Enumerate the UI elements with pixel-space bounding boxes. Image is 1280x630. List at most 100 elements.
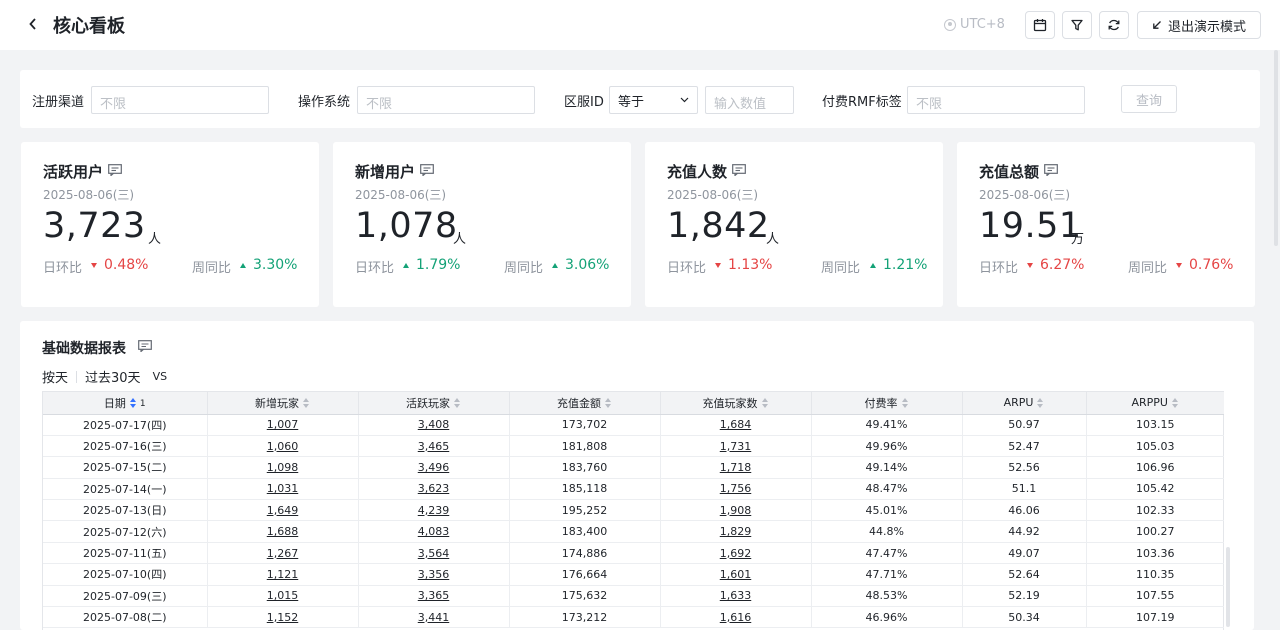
column-header-arppu[interactable]: ARPPU — [1086, 392, 1224, 415]
cell-link[interactable]: 1,688 — [267, 525, 299, 538]
table-cell: 1,601 — [660, 563, 812, 586]
table-cell: 3,441 — [358, 606, 510, 629]
timezone-indicator: UTC+8 — [944, 17, 1005, 32]
cell-link[interactable]: 3,365 — [418, 589, 450, 602]
channel-select[interactable]: 不限 — [91, 86, 269, 114]
table-cell: 175,632 — [509, 585, 661, 608]
comment-icon[interactable] — [108, 164, 122, 176]
comment-icon[interactable] — [420, 164, 434, 176]
table-cell: 1,756 — [660, 478, 812, 501]
column-header-paying-players[interactable]: 充值玩家数 — [660, 392, 812, 415]
rmf-tag-select[interactable]: 不限 — [907, 86, 1085, 114]
table-cell: 4,083 — [358, 520, 510, 543]
server-operator-select[interactable]: 等于 — [609, 86, 698, 114]
basic-data-report: 基础数据报表 按天 过去30天 VS 日期 1 新增玩家 活跃玩家 充值金额 充值… — [20, 321, 1254, 630]
table-row: 2025-07-14(一) 1,031 3,623 185,118 1,756 48.47… — [43, 478, 1224, 501]
cell-link[interactable]: 3,408 — [418, 418, 450, 431]
sort-icon[interactable] — [1037, 397, 1044, 409]
cell-link[interactable]: 3,465 — [418, 440, 450, 453]
up-triangle-icon — [870, 262, 876, 268]
query-button[interactable]: 查询 — [1121, 85, 1177, 113]
cell-link[interactable]: 3,441 — [418, 611, 450, 624]
cell-link[interactable]: 1,152 — [267, 611, 299, 624]
cell-link[interactable]: 3,564 — [418, 547, 450, 560]
table-cell: 3,356 — [358, 563, 510, 586]
table-cell: 50.97 — [962, 414, 1087, 436]
cell-link[interactable]: 3,496 — [418, 461, 450, 474]
calendar-button[interactable] — [1025, 11, 1055, 39]
cell-link[interactable]: 1,015 — [267, 589, 299, 602]
table-cell: 107.19 — [1086, 606, 1224, 629]
cell-link[interactable]: 1,633 — [720, 589, 752, 602]
compare-toggle[interactable]: VS — [153, 370, 168, 383]
sort-icon[interactable] — [1172, 397, 1179, 409]
cell-link[interactable]: 1,692 — [720, 547, 752, 560]
cell-link[interactable]: 1,649 — [267, 504, 299, 517]
table-scrollbar[interactable] — [1226, 547, 1230, 627]
cell-link[interactable]: 1,718 — [720, 461, 752, 474]
table-cell: 3,408 — [358, 414, 510, 436]
sort-icon[interactable] — [761, 398, 769, 409]
page-scrollbar[interactable] — [1274, 50, 1278, 246]
table-cell: 100.27 — [1086, 520, 1224, 543]
filter-button[interactable] — [1062, 11, 1092, 39]
cell-link[interactable]: 3,623 — [418, 482, 450, 495]
refresh-icon — [1108, 19, 1120, 31]
cell-link[interactable]: 1,007 — [267, 418, 299, 431]
day-over-day-label: 日环比 — [979, 261, 1019, 276]
date-range-selector[interactable]: 过去30天 — [85, 367, 141, 386]
table-cell: 185,118 — [509, 478, 661, 501]
table-cell: 3,564 — [358, 542, 510, 565]
cell-link[interactable]: 4,083 — [418, 525, 450, 538]
sort-icon[interactable] — [303, 398, 310, 409]
cell-link[interactable]: 1,731 — [720, 440, 752, 453]
refresh-button[interactable] — [1099, 11, 1129, 39]
card-date: 2025-08-06(三) — [979, 188, 1071, 202]
card-value: 1,842 — [667, 206, 770, 246]
column-header-pay-rate[interactable]: 付费率 — [811, 392, 963, 415]
cell-link[interactable]: 1,601 — [720, 568, 752, 581]
comment-icon[interactable] — [138, 340, 152, 352]
card-unit: 人 — [766, 232, 780, 247]
cell-link[interactable]: 4,239 — [418, 504, 450, 517]
cell-link[interactable]: 1,098 — [267, 461, 299, 474]
cell-link[interactable]: 1,616 — [720, 611, 752, 624]
column-header-arpu[interactable]: ARPU — [962, 392, 1087, 415]
os-select[interactable]: 不限 — [357, 86, 535, 114]
cell-link[interactable]: 3,356 — [418, 568, 450, 581]
exit-demo-mode-button[interactable]: 退出演示模式 — [1137, 11, 1261, 39]
cell-link[interactable]: 1,267 — [267, 547, 299, 560]
week-over-week-value: 1.21% — [870, 257, 927, 273]
cell-link[interactable]: 1,060 — [267, 440, 299, 453]
card-unit: 万 — [1071, 232, 1085, 247]
column-header-new-players[interactable]: 新增玩家 — [207, 392, 359, 415]
column-header-recharge-amount[interactable]: 充值金额 — [509, 392, 661, 415]
comment-icon[interactable] — [732, 164, 746, 176]
cell-link[interactable]: 1,121 — [267, 568, 299, 581]
table-cell: 195,252 — [509, 499, 661, 522]
card-date: 2025-08-06(三) — [43, 188, 135, 202]
back-icon[interactable] — [28, 14, 44, 34]
card-date: 2025-08-06(三) — [355, 188, 447, 202]
sort-icon[interactable] — [901, 398, 909, 409]
column-header-date[interactable]: 日期 1 — [43, 392, 208, 415]
report-table: 日期 1 新增玩家 活跃玩家 充值金额 充值玩家数 付费率 ARPU ARPPU … — [43, 392, 1224, 629]
cell-link[interactable]: 1,829 — [720, 525, 752, 538]
table-row: 2025-07-13(日) 1,649 4,239 195,252 1,908 45.01… — [43, 499, 1224, 522]
cell-link[interactable]: 1,756 — [720, 482, 752, 495]
granularity-selector[interactable]: 按天 — [42, 367, 68, 386]
column-header-active-players[interactable]: 活跃玩家 — [358, 392, 510, 415]
rmf-tag-label: 付费RMF标签 — [822, 95, 902, 110]
table-cell: 49.07 — [962, 542, 1087, 565]
day-over-day-value: 0.48% — [91, 257, 148, 273]
cell-link[interactable]: 1,908 — [720, 504, 752, 517]
cell-link[interactable]: 1,031 — [267, 482, 299, 495]
server-id-input[interactable]: 输入数值 — [705, 86, 794, 114]
table-cell: 1,688 — [207, 520, 359, 543]
sort-icon[interactable] — [454, 398, 461, 409]
table-cell: 2025-07-12(六) — [43, 520, 208, 543]
comment-icon[interactable] — [1044, 164, 1058, 176]
cell-link[interactable]: 1,684 — [720, 418, 752, 431]
sort-icon[interactable] — [129, 398, 137, 409]
sort-icon[interactable] — [605, 398, 612, 409]
